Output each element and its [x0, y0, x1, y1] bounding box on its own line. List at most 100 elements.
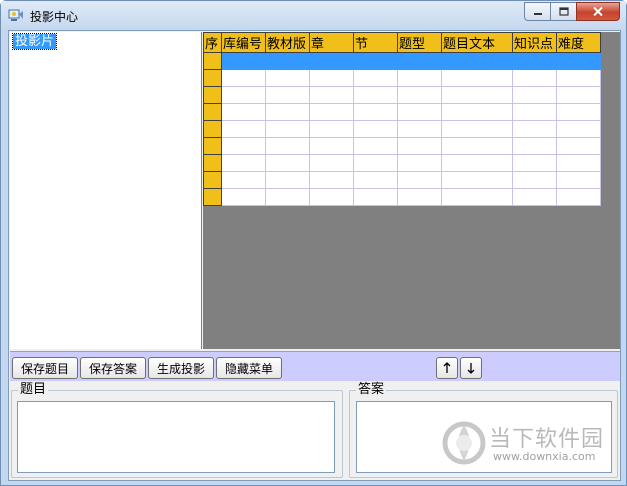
- grid-column-header[interactable]: 知识点: [512, 32, 557, 53]
- table-row[interactable]: [203, 103, 601, 121]
- grid-cell[interactable]: [353, 171, 398, 189]
- grid-cell[interactable]: [265, 188, 310, 206]
- hide-menu-button[interactable]: 隐藏菜单: [216, 357, 282, 379]
- row-header-cell[interactable]: [203, 171, 222, 189]
- grid-cell[interactable]: [512, 188, 557, 206]
- grid-cell[interactable]: [221, 154, 266, 172]
- grid-cell[interactable]: [512, 103, 557, 121]
- table-row[interactable]: [203, 52, 601, 70]
- grid-column-header[interactable]: 教材版: [265, 32, 310, 53]
- row-header-cell[interactable]: [203, 52, 222, 70]
- row-header-cell[interactable]: [203, 188, 222, 206]
- grid-cell[interactable]: [397, 120, 442, 138]
- row-header-cell[interactable]: [203, 154, 222, 172]
- grid-cell[interactable]: [221, 120, 266, 138]
- grid-cell[interactable]: [441, 52, 513, 70]
- grid-cell[interactable]: [353, 188, 398, 206]
- grid-cell[interactable]: [512, 69, 557, 87]
- grid-cell[interactable]: [397, 86, 442, 104]
- grid-cell[interactable]: [441, 86, 513, 104]
- grid-cell[interactable]: [556, 69, 601, 87]
- grid-cell[interactable]: [309, 188, 354, 206]
- grid-cell[interactable]: [441, 103, 513, 121]
- grid-cell[interactable]: [221, 103, 266, 121]
- grid-cell[interactable]: [221, 171, 266, 189]
- table-row[interactable]: [203, 154, 601, 172]
- grid-cell[interactable]: [512, 154, 557, 172]
- grid-cell[interactable]: [309, 137, 354, 155]
- slide-tree[interactable]: 投影片: [10, 32, 202, 349]
- grid-cell[interactable]: [221, 69, 266, 87]
- grid-cell[interactable]: [397, 137, 442, 155]
- grid-cell[interactable]: [309, 69, 354, 87]
- minimize-button[interactable]: [524, 2, 550, 21]
- grid-cell[interactable]: [353, 120, 398, 138]
- save-answer-button[interactable]: 保存答案: [80, 357, 146, 379]
- grid-cell[interactable]: [309, 154, 354, 172]
- grid-cell[interactable]: [221, 188, 266, 206]
- grid-cell[interactable]: [353, 154, 398, 172]
- grid-cell[interactable]: [221, 137, 266, 155]
- grid-cell[interactable]: [353, 52, 398, 70]
- grid-cell[interactable]: [309, 103, 354, 121]
- grid-cell[interactable]: [441, 69, 513, 87]
- grid-cell[interactable]: [397, 69, 442, 87]
- grid-cell[interactable]: [556, 86, 601, 104]
- grid-cell[interactable]: [265, 69, 310, 87]
- grid-cell[interactable]: [441, 188, 513, 206]
- table-row[interactable]: [203, 188, 601, 206]
- grid-cell[interactable]: [309, 120, 354, 138]
- grid-cell[interactable]: [265, 103, 310, 121]
- grid-cell[interactable]: [441, 137, 513, 155]
- grid-cell[interactable]: [265, 120, 310, 138]
- grid-cell[interactable]: [556, 103, 601, 121]
- grid-cell[interactable]: [397, 171, 442, 189]
- move-down-button[interactable]: [460, 357, 482, 379]
- grid-cell[interactable]: [353, 137, 398, 155]
- grid-cell[interactable]: [265, 154, 310, 172]
- grid-column-header[interactable]: 难度: [556, 32, 601, 53]
- grid-cell[interactable]: [556, 120, 601, 138]
- grid-column-header[interactable]: 节: [353, 32, 398, 53]
- table-row[interactable]: [203, 137, 601, 155]
- grid-cell[interactable]: [556, 188, 601, 206]
- grid-cell[interactable]: [556, 154, 601, 172]
- table-row[interactable]: [203, 86, 601, 104]
- row-header-cell[interactable]: [203, 69, 222, 87]
- move-up-button[interactable]: [436, 357, 458, 379]
- grid-column-header[interactable]: 题目文本: [441, 32, 513, 53]
- grid-cell[interactable]: [556, 52, 601, 70]
- grid-cell[interactable]: [512, 171, 557, 189]
- grid-cell[interactable]: [353, 69, 398, 87]
- grid-cell[interactable]: [265, 86, 310, 104]
- grid-cell[interactable]: [556, 171, 601, 189]
- grid-cell[interactable]: [441, 171, 513, 189]
- grid-cell[interactable]: [309, 171, 354, 189]
- table-row[interactable]: [203, 120, 601, 138]
- grid-cell[interactable]: [265, 137, 310, 155]
- grid-cell[interactable]: [512, 120, 557, 138]
- grid-cell[interactable]: [441, 154, 513, 172]
- grid-cell[interactable]: [309, 52, 354, 70]
- grid-cell[interactable]: [397, 103, 442, 121]
- row-header-cell[interactable]: [203, 120, 222, 138]
- grid-cell[interactable]: [512, 86, 557, 104]
- maximize-button[interactable]: [550, 2, 576, 21]
- grid-cell[interactable]: [556, 137, 601, 155]
- grid-cell[interactable]: [512, 137, 557, 155]
- grid-column-header[interactable]: 章: [309, 32, 354, 53]
- table-row[interactable]: [203, 69, 601, 87]
- grid-cell[interactable]: [353, 86, 398, 104]
- grid-cell[interactable]: [441, 120, 513, 138]
- grid-column-header[interactable]: 库编号: [221, 32, 266, 53]
- close-button[interactable]: [576, 2, 620, 21]
- row-header-cell[interactable]: [203, 86, 222, 104]
- grid-cell[interactable]: [397, 188, 442, 206]
- tree-root-item[interactable]: 投影片: [11, 33, 58, 50]
- grid-column-header[interactable]: 题型: [397, 32, 442, 53]
- grid-column-header[interactable]: 序: [203, 32, 222, 53]
- grid-cell[interactable]: [512, 52, 557, 70]
- table-row[interactable]: [203, 171, 601, 189]
- grid-cell[interactable]: [397, 52, 442, 70]
- grid-cell[interactable]: [221, 52, 266, 70]
